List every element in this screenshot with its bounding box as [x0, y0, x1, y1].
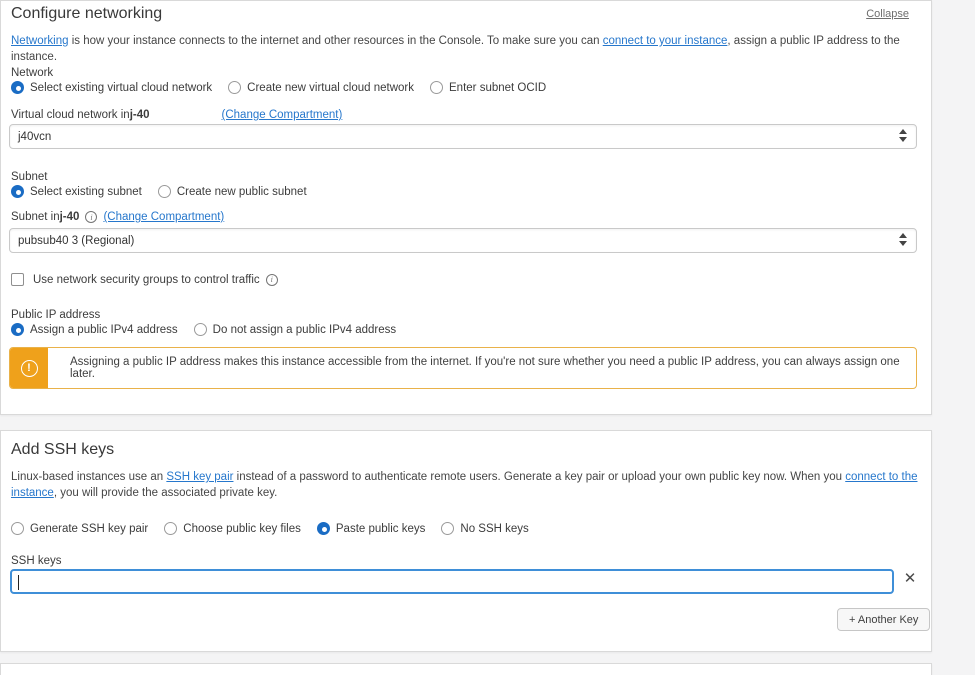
radio-choose-public-key-files[interactable]: Choose public key files [164, 522, 301, 535]
warning-icon-block: ! [10, 348, 48, 388]
subnet-group-label: Subnet [11, 171, 47, 183]
networking-link[interactable]: Networking [11, 35, 69, 47]
radio-create-new-vcn[interactable]: Create new virtual cloud network [228, 81, 414, 94]
radio-icon[interactable] [158, 185, 171, 198]
radio-assign-public-ipv4[interactable]: Assign a public IPv4 address [11, 323, 178, 336]
ssh-card-title: Add SSH keys [11, 441, 114, 459]
text-caret [18, 575, 19, 590]
public-ip-warning-banner: ! Assigning a public IP address makes th… [9, 347, 917, 389]
vcn-select[interactable]: j40vcn [9, 124, 917, 149]
radio-select-existing-vcn[interactable]: Select existing virtual cloud network [11, 81, 212, 94]
radio-paste-public-keys[interactable]: Paste public keys [317, 522, 426, 535]
radio-generate-ssh-key-pair[interactable]: Generate SSH key pair [11, 522, 148, 535]
radio-icon[interactable] [430, 81, 443, 94]
info-icon[interactable]: i [266, 274, 278, 286]
another-key-button[interactable]: + Another Key [837, 608, 930, 631]
network-radio-group: Select existing virtual cloud network Cr… [11, 81, 562, 94]
radio-icon[interactable] [11, 522, 24, 535]
warning-text: Assigning a public IP address makes this… [48, 348, 916, 388]
remove-key-icon[interactable]: ✕ [902, 571, 918, 587]
radio-create-new-public-subnet[interactable]: Create new public subnet [158, 185, 307, 198]
compartment-name: j-40 [130, 109, 150, 121]
compartment-name: j-40 [60, 211, 80, 223]
radio-icon[interactable] [317, 522, 330, 535]
vcn-field-label: Virtual cloud network in j-40 (Change Co… [11, 109, 342, 121]
radio-select-existing-subnet[interactable]: Select existing subnet [11, 185, 142, 198]
radio-icon[interactable] [11, 185, 24, 198]
ssh-intro: Linux-based instances use an SSH key pai… [11, 469, 919, 501]
change-compartment-link[interactable]: (Change Compartment) [222, 109, 343, 121]
radio-icon[interactable] [11, 323, 24, 336]
chevron-updown-icon [899, 129, 907, 142]
radio-icon[interactable] [228, 81, 241, 94]
subnet-radio-group: Select existing subnet Create new public… [11, 185, 323, 198]
radio-icon[interactable] [164, 522, 177, 535]
networking-intro: Networking is how your instance connects… [11, 33, 919, 65]
ssh-key-input-wrap [10, 569, 894, 594]
ssh-mode-radio-group: Generate SSH key pair Choose public key … [11, 522, 545, 535]
configure-networking-card: Configure networking Collapse Networking… [0, 0, 932, 415]
nsg-checkbox-row: Use network security groups to control t… [11, 273, 284, 286]
network-group-label: Network [11, 67, 53, 79]
radio-enter-subnet-ocid[interactable]: Enter subnet OCID [430, 81, 546, 94]
ssh-key-pair-link[interactable]: SSH key pair [166, 471, 233, 483]
public-ip-group-label: Public IP address [11, 309, 100, 321]
connect-to-instance-link[interactable]: connect to your instance [603, 35, 728, 47]
info-icon[interactable]: i [85, 211, 97, 223]
next-section-card [0, 663, 932, 675]
warning-icon: ! [21, 360, 38, 377]
add-ssh-keys-card: Add SSH keys Linux-based instances use a… [0, 430, 932, 652]
page-title: Configure networking [11, 5, 162, 23]
radio-icon[interactable] [194, 323, 207, 336]
radio-no-public-ipv4[interactable]: Do not assign a public IPv4 address [194, 323, 396, 336]
subnet-field-label: Subnet in j-40 i (Change Compartment) [11, 211, 224, 223]
radio-icon[interactable] [441, 522, 454, 535]
collapse-link[interactable]: Collapse [866, 8, 909, 20]
radio-no-ssh-keys[interactable]: No SSH keys [441, 522, 528, 535]
chevron-updown-icon [899, 233, 907, 246]
public-ip-radio-group: Assign a public IPv4 address Do not assi… [11, 323, 412, 336]
radio-icon[interactable] [11, 81, 24, 94]
subnet-select[interactable]: pubsub40 3 (Regional) [9, 228, 917, 253]
change-compartment-link[interactable]: (Change Compartment) [103, 211, 224, 223]
ssh-keys-label: SSH keys [11, 555, 62, 567]
ssh-key-input[interactable] [20, 571, 880, 592]
nsg-checkbox[interactable] [11, 273, 24, 286]
